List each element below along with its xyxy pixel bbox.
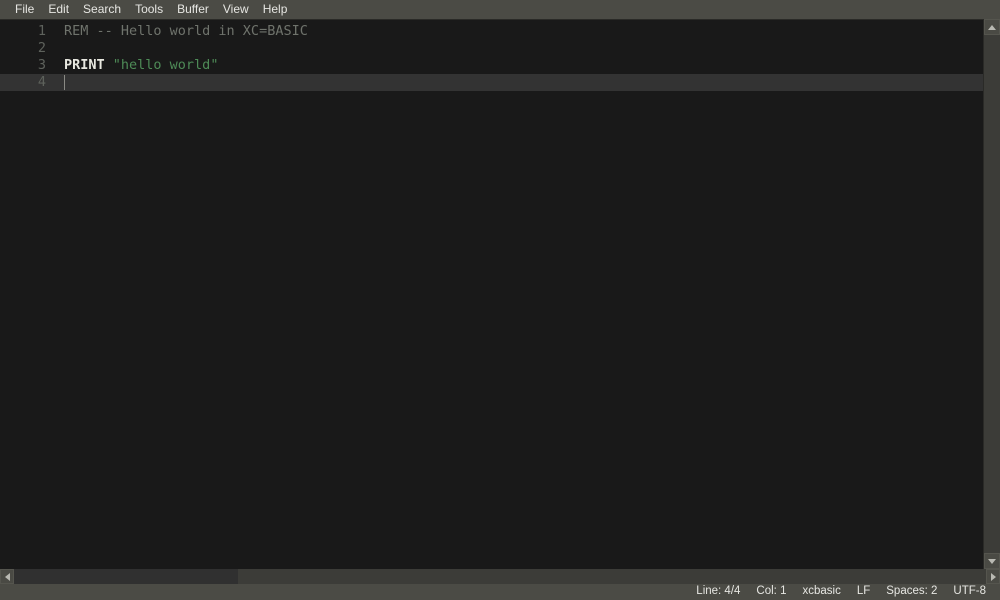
status-indent[interactable]: Spaces: 2: [878, 586, 945, 598]
string-token: "hello world": [112, 57, 219, 73]
triangle-up-icon: [988, 24, 996, 30]
status-line[interactable]: Line: 4/4: [688, 586, 748, 598]
code-line-3[interactable]: 3 PRINT "hello world": [0, 57, 983, 74]
code-line-text: PRINT "hello world": [46, 57, 983, 74]
editor-window: File Edit Search Tools Buffer View Help …: [0, 0, 1000, 600]
menu-bar: File Edit Search Tools Buffer View Help: [0, 0, 1000, 19]
horizontal-scroll-thumb[interactable]: [14, 569, 238, 584]
menu-item-tools[interactable]: Tools: [128, 1, 170, 18]
horizontal-scroll-track[interactable]: [14, 569, 986, 584]
menu-item-edit[interactable]: Edit: [41, 1, 76, 18]
code-line-1[interactable]: 1 REM -- Hello world in XC=BASIC: [0, 23, 983, 40]
menu-item-view[interactable]: View: [216, 1, 256, 18]
scroll-left-button[interactable]: [0, 569, 14, 584]
text-cursor: [64, 75, 65, 90]
menu-item-buffer[interactable]: Buffer: [170, 1, 216, 18]
menu-item-file[interactable]: File: [8, 1, 41, 18]
triangle-down-icon: [988, 558, 996, 564]
status-line-ending[interactable]: LF: [849, 586, 878, 598]
workspace: 1 REM -- Hello world in XC=BASIC 2 3 PRI…: [0, 19, 1000, 569]
triangle-left-icon: [4, 572, 10, 581]
comment-token: REM -- Hello world in XC=BASIC: [64, 23, 308, 39]
code-line-2[interactable]: 2: [0, 40, 983, 57]
code-area[interactable]: 1 REM -- Hello world in XC=BASIC 2 3 PRI…: [0, 20, 983, 569]
menu-item-help[interactable]: Help: [256, 1, 295, 18]
line-number: 1: [37, 23, 46, 39]
keyword-token: PRINT: [64, 57, 105, 73]
line-number: 2: [37, 40, 46, 56]
scroll-up-button[interactable]: [984, 19, 1000, 35]
triangle-right-icon: [990, 572, 996, 581]
status-encoding[interactable]: UTF-8: [945, 586, 994, 598]
horizontal-scrollbar[interactable]: [0, 569, 1000, 584]
code-line-text: REM -- Hello world in XC=BASIC: [46, 23, 983, 40]
vertical-scroll-track[interactable]: [984, 35, 1000, 553]
status-bar: Line: 4/4 Col: 1 xcbasic LF Spaces: 2 UT…: [0, 584, 1000, 600]
status-language[interactable]: xcbasic: [794, 586, 848, 598]
line-number: 4: [37, 74, 46, 90]
scroll-right-button[interactable]: [986, 569, 1000, 584]
line-number: 3: [37, 57, 46, 73]
status-column[interactable]: Col: 1: [748, 586, 794, 598]
vertical-scrollbar[interactable]: [983, 19, 1000, 569]
code-line-4[interactable]: 4: [0, 74, 983, 91]
menu-item-search[interactable]: Search: [76, 1, 128, 18]
editor-pane[interactable]: 1 REM -- Hello world in XC=BASIC 2 3 PRI…: [0, 19, 983, 569]
scroll-down-button[interactable]: [984, 553, 1000, 569]
